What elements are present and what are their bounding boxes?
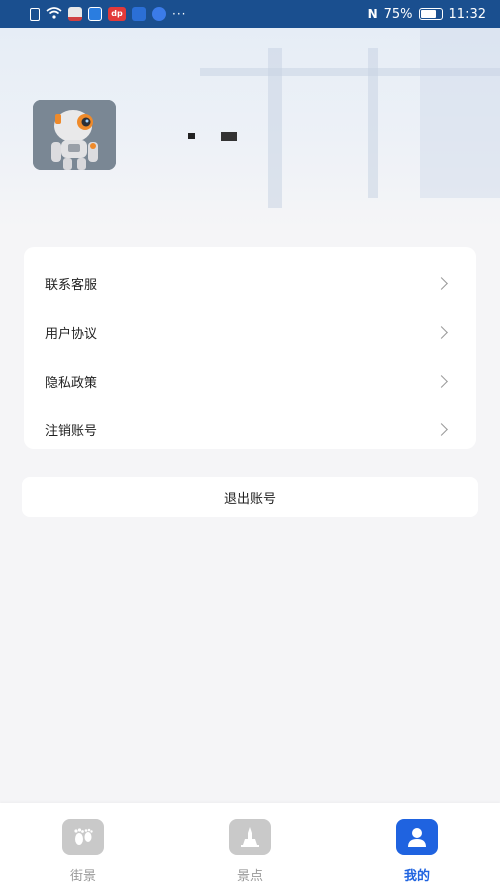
background-window-decor bbox=[420, 28, 500, 198]
chevron-right-icon bbox=[435, 277, 448, 290]
menu-item-contact-support[interactable]: 联系客服 bbox=[24, 259, 476, 308]
username-glyph bbox=[221, 131, 237, 141]
security-app-icon bbox=[152, 7, 166, 21]
menu-item-label: 隐私政策 bbox=[45, 376, 98, 391]
status-left: dp ··· bbox=[30, 6, 187, 22]
menu-item-delete-account[interactable]: 注销账号 bbox=[24, 405, 476, 454]
person-icon bbox=[396, 819, 438, 855]
menu-item-label: 联系客服 bbox=[45, 278, 98, 293]
chevron-right-icon bbox=[435, 375, 448, 388]
battery-icon bbox=[418, 8, 443, 20]
landmark-icon bbox=[229, 819, 271, 855]
tab-label: 我的 bbox=[403, 869, 430, 884]
tab-mine[interactable]: 我的 bbox=[377, 819, 457, 887]
nfc-icon: N bbox=[367, 7, 378, 21]
browser-app-icon bbox=[88, 7, 102, 21]
chevron-right-icon bbox=[435, 423, 448, 436]
background-window-decor bbox=[200, 68, 500, 76]
username-glyph bbox=[188, 133, 195, 139]
chevron-right-icon bbox=[435, 326, 448, 339]
footprint-icon bbox=[62, 819, 104, 855]
sim-card-icon bbox=[30, 7, 40, 21]
battery-percent: 75% bbox=[383, 6, 413, 22]
settings-menu-card: 联系客服 用户协议 隐私政策 注销账号 bbox=[24, 247, 476, 449]
username bbox=[188, 130, 237, 142]
tab-label: 景点 bbox=[236, 869, 263, 884]
book-app-icon bbox=[68, 7, 82, 21]
tab-attractions[interactable]: 景点 bbox=[210, 819, 290, 887]
menu-item-label: 注销账号 bbox=[45, 424, 98, 439]
menu-item-privacy-policy[interactable]: 隐私政策 bbox=[24, 357, 476, 406]
dianping-app-icon: dp bbox=[108, 7, 126, 21]
tab-street-view[interactable]: 街景 bbox=[43, 819, 123, 887]
wifi-icon bbox=[46, 6, 62, 22]
more-notifications-icon: ··· bbox=[172, 7, 187, 21]
clock-time: 11:32 bbox=[448, 6, 486, 22]
menu-item-user-agreement[interactable]: 用户协议 bbox=[24, 308, 476, 357]
logout-button[interactable]: 退出账号 bbox=[22, 477, 478, 517]
cloud-app-icon bbox=[132, 7, 146, 21]
menu-item-label: 用户协议 bbox=[45, 327, 98, 342]
status-right: N 75% 11:32 bbox=[368, 7, 486, 22]
status-bar: dp ··· N 75% 11:32 bbox=[0, 0, 500, 28]
avatar[interactable] bbox=[33, 100, 116, 170]
tab-label: 街景 bbox=[69, 869, 96, 884]
bottom-tab-bar: 街景 景点 我的 bbox=[0, 803, 500, 889]
